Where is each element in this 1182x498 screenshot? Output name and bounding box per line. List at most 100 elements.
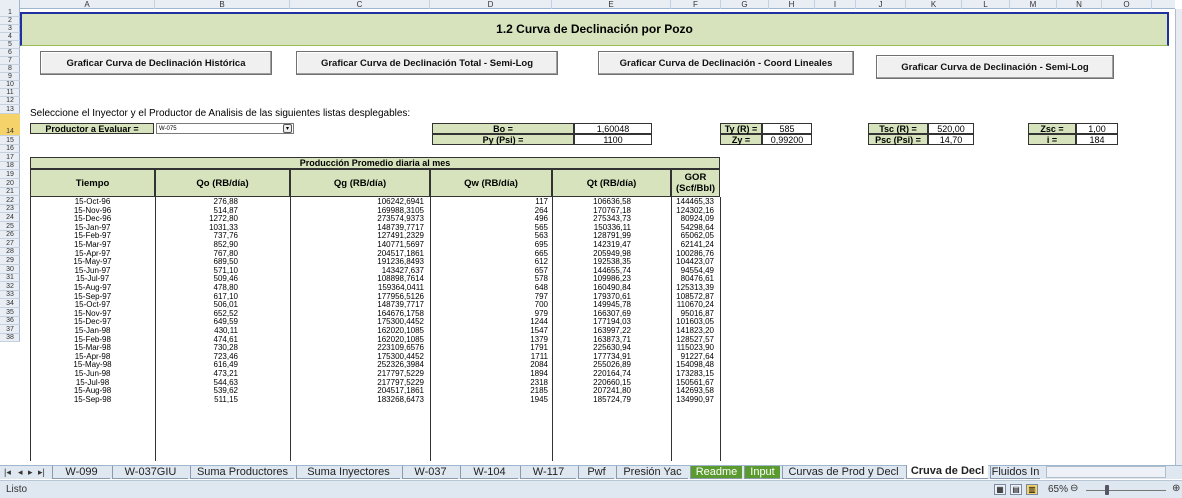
graph-historical-button[interactable]: Graficar Curva de Declinación Histórica [40, 51, 272, 75]
table-cell[interactable]: 142693,58 [671, 387, 720, 395]
table-cell[interactable]: 141823,20 [671, 327, 720, 335]
table-cell[interactable]: 275343,73 [552, 215, 671, 223]
select-all-corner[interactable] [0, 0, 20, 9]
column-header[interactable]: E [552, 0, 671, 9]
table-cell[interactable]: 511,15 [155, 395, 290, 404]
table-cell[interactable]: 852,90 [155, 241, 290, 249]
row-header[interactable]: 16 [0, 145, 20, 154]
table-cell[interactable]: 80924,09 [671, 215, 720, 223]
bo-value[interactable]: 1,60048 [574, 123, 652, 134]
row-header[interactable]: 27 [0, 239, 20, 248]
table-cell[interactable]: 15-Jan-98 [30, 327, 155, 335]
table-cell[interactable]: 15-Oct-96 [30, 198, 155, 206]
table-cell[interactable]: 1272,80 [155, 215, 290, 223]
tsc-value[interactable]: 520,00 [928, 123, 974, 134]
table-cell[interactable]: 1894 [430, 370, 552, 378]
row-header[interactable]: 8 [0, 65, 20, 73]
ty-value[interactable]: 585 [762, 123, 812, 134]
table-cell[interactable]: 15-Sep-98 [30, 395, 155, 404]
vertical-scrollbar[interactable] [1175, 9, 1182, 465]
row-header[interactable]: 5 [0, 41, 20, 49]
chevron-down-icon[interactable]: ▾ [283, 124, 292, 133]
row-header[interactable]: 7 [0, 57, 20, 65]
row-header[interactable]: 21 [0, 188, 20, 197]
sheet-tab[interactable]: W-117 [520, 466, 576, 479]
row-header[interactable]: 14 [0, 114, 20, 136]
table-cell[interactable]: 15-Aug-97 [30, 284, 155, 292]
table-cell[interactable]: 191236,8493 [290, 258, 430, 266]
table-cell[interactable]: 657 [430, 266, 552, 275]
table-cell[interactable]: 612 [430, 258, 552, 266]
graph-coord-lineales-button[interactable]: Graficar Curva de Declinación - Coord Li… [598, 51, 854, 75]
table-cell[interactable]: 15-Dec-96 [30, 215, 155, 223]
table-cell[interactable]: 185724,79 [552, 395, 671, 404]
row-header[interactable]: 22 [0, 196, 20, 205]
graph-total-semilog-button[interactable]: Graficar Curva de Declinación Total - Se… [296, 51, 558, 75]
row-header[interactable]: 2 [0, 17, 20, 25]
row-header[interactable]: 25 [0, 222, 20, 231]
table-cell[interactable]: 104423,07 [671, 258, 720, 266]
zoom-slider[interactable] [1086, 490, 1166, 491]
table-cell[interactable]: 160490,84 [552, 284, 671, 292]
table-cell[interactable]: 220164,74 [552, 370, 671, 378]
row-header[interactable]: 13 [0, 105, 20, 114]
next-sheet-icon[interactable]: ▸ [28, 467, 33, 478]
table-cell[interactable]: 1945 [430, 395, 552, 404]
column-header[interactable]: J [856, 0, 906, 9]
row-header[interactable]: 10 [0, 81, 20, 89]
table-cell[interactable]: 62141,24 [671, 241, 720, 249]
graph-semilog-button[interactable]: Graficar Curva de Declinación - Semi-Log [876, 55, 1114, 79]
row-header[interactable]: 17 [0, 153, 20, 162]
table-cell[interactable]: 144465,33 [671, 198, 720, 206]
table-cell[interactable]: 695 [430, 241, 552, 249]
zoom-out-icon[interactable]: ⊖ [1070, 483, 1078, 494]
row-header[interactable]: 30 [0, 265, 20, 274]
row-header[interactable]: 20 [0, 179, 20, 188]
table-cell[interactable]: 183268,6473 [290, 395, 430, 404]
table-cell[interactable]: 700 [430, 301, 552, 309]
sheet-tab[interactable]: W-037GIU [112, 466, 188, 479]
zsc-value[interactable]: 1,00 [1076, 123, 1118, 134]
table-cell[interactable]: 565 [430, 223, 552, 232]
column-header[interactable]: G [721, 0, 769, 9]
sheet-tab[interactable]: Readme [690, 466, 742, 479]
last-sheet-icon[interactable]: ▸| [38, 467, 45, 478]
productor-dropdown[interactable]: W-075 ▾ [156, 123, 294, 134]
horizontal-scrollbar[interactable] [1046, 466, 1166, 478]
sheet-tab[interactable]: Suma Productores [190, 466, 294, 479]
table-cell[interactable]: 578 [430, 275, 552, 283]
py-value[interactable]: 1100 [574, 134, 652, 145]
row-header[interactable]: 38 [0, 334, 20, 343]
row-header[interactable]: 33 [0, 291, 20, 300]
row-header[interactable]: 11 [0, 89, 20, 97]
normal-view-icon[interactable]: ▦ [994, 484, 1006, 495]
row-header[interactable]: 36 [0, 317, 20, 326]
table-cell[interactable]: 15-May-97 [30, 258, 155, 266]
row-header[interactable]: 23 [0, 205, 20, 214]
row-header[interactable]: 19 [0, 170, 20, 179]
row-header[interactable]: 4 [0, 33, 20, 41]
column-header[interactable]: O [1102, 0, 1152, 9]
table-cell[interactable]: 2185 [430, 387, 552, 395]
zoom-in-icon[interactable]: ⊕ [1172, 483, 1180, 494]
table-cell[interactable]: 15-Oct-97 [30, 301, 155, 309]
row-header[interactable]: 35 [0, 308, 20, 317]
row-header[interactable]: 18 [0, 162, 20, 171]
sheet-tab[interactable]: W-104 [460, 466, 518, 479]
table-cell[interactable]: 496 [430, 215, 552, 223]
sheet-tab[interactable]: Input [744, 466, 780, 479]
row-header[interactable]: 12 [0, 97, 20, 105]
table-cell[interactable]: 142319,47 [552, 241, 671, 249]
table-cell[interactable]: 478,80 [155, 284, 290, 292]
table-cell[interactable]: 204517,1861 [290, 387, 430, 395]
table-cell[interactable]: 223109,6576 [290, 344, 430, 352]
table-cell[interactable]: 473,21 [155, 370, 290, 378]
row-header[interactable]: 1 [0, 9, 20, 17]
table-cell[interactable]: 192538,35 [552, 258, 671, 266]
sheet-tab[interactable]: Pwf [578, 466, 614, 479]
table-cell[interactable]: 134990,97 [671, 395, 720, 404]
table-cell[interactable]: 797 [430, 292, 552, 301]
column-header[interactable]: D [430, 0, 552, 9]
sheet-tab[interactable]: Fluidos In [990, 466, 1040, 479]
column-header[interactable]: A [20, 0, 155, 9]
